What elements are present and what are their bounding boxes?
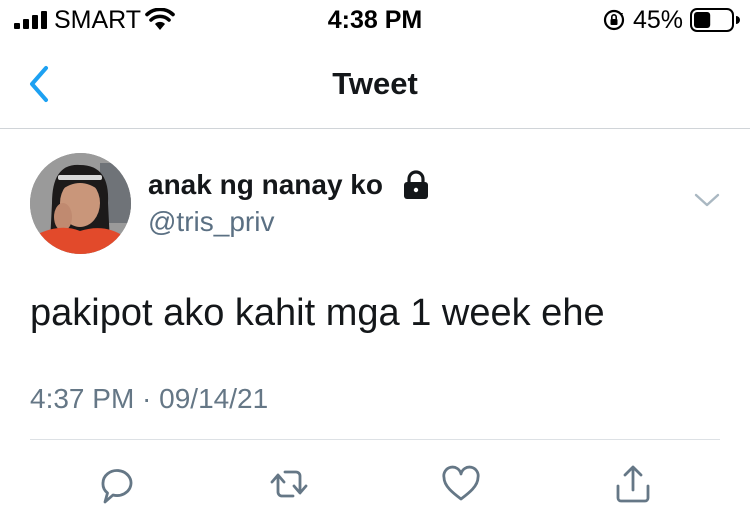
battery-percent: 45% — [633, 6, 684, 34]
reply-icon[interactable] — [95, 462, 139, 506]
tweet-timestamp[interactable]: 4:37 PM · 09/14/21 — [30, 382, 268, 416]
user-handle[interactable]: @tris_priv — [148, 205, 274, 239]
nav-bar: Tweet — [0, 40, 750, 129]
lock-icon — [404, 170, 428, 199]
retweet-icon[interactable] — [267, 462, 311, 506]
rotation-lock-icon — [603, 9, 625, 31]
tweet-text: pakipot ako kahit mga 1 week ehe — [30, 292, 605, 334]
avatar[interactable] — [30, 153, 131, 254]
heart-icon[interactable] — [439, 462, 483, 506]
display-name[interactable]: anak ng nanay ko — [148, 168, 383, 202]
chevron-down-icon[interactable] — [692, 190, 722, 210]
status-bar: SMART 4:38 PM 45% — [0, 0, 750, 40]
page-title: Tweet — [332, 66, 418, 101]
battery-icon — [690, 8, 740, 32]
avatar-image — [30, 153, 131, 254]
divider — [30, 439, 720, 440]
share-icon[interactable] — [611, 462, 655, 506]
